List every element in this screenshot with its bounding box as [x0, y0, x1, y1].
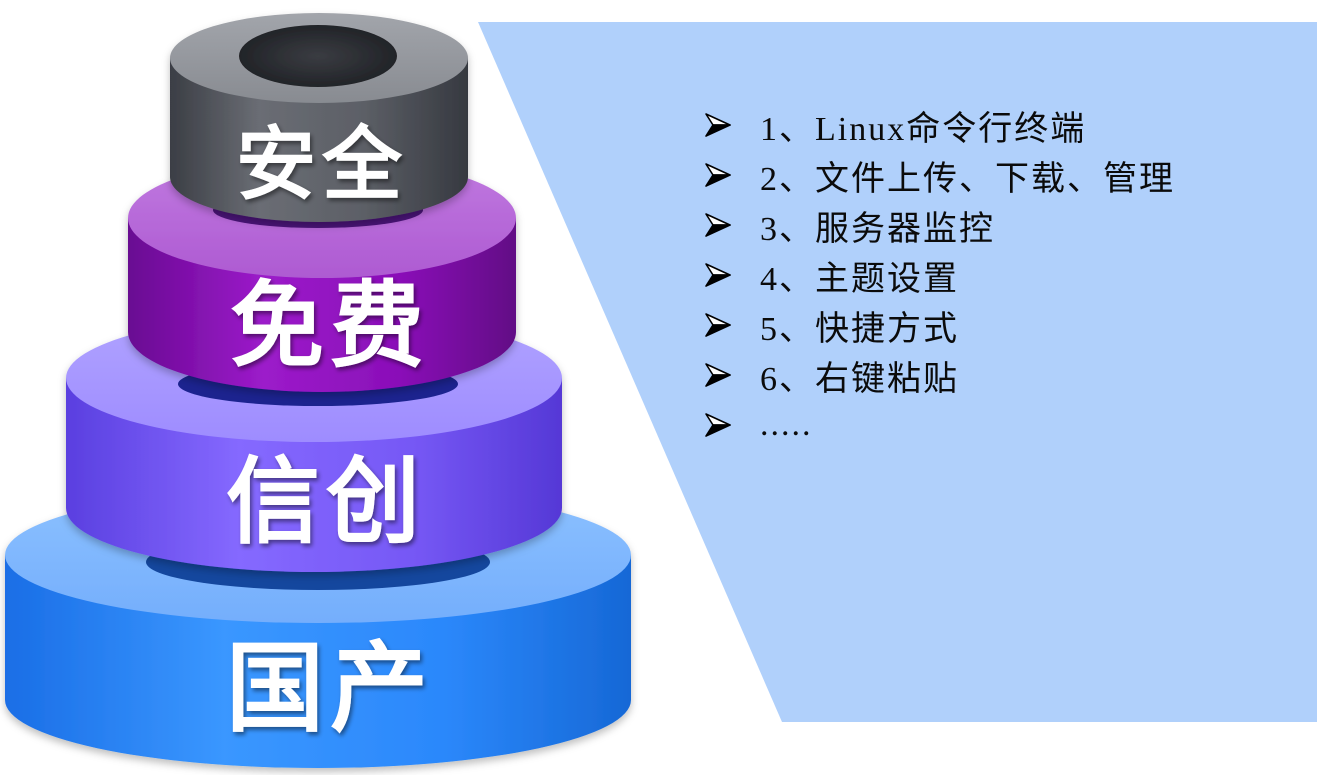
- layer-label-domestic: 国产: [226, 632, 434, 746]
- feature-text: 5、快捷方式: [760, 310, 959, 348]
- list-item: 6、右键粘贴: [704, 350, 1284, 400]
- feature-text: 4、主题设置: [760, 260, 959, 298]
- feature-list: 1、Linux命令行终端 2、文件上传、下载、管理 3、服务器监控 4、主题设置…: [704, 100, 1284, 450]
- arrow-bullet-icon: [704, 412, 734, 438]
- list-item: 3、服务器监控: [704, 200, 1284, 250]
- layer-label-security: 安全: [236, 118, 408, 211]
- arrow-bullet-icon: [704, 312, 734, 338]
- layer-label-xinchuang: 信创: [226, 448, 426, 557]
- arrow-bullet-icon: [704, 112, 734, 138]
- feature-text: .....: [760, 406, 813, 443]
- ring-hole: [239, 25, 397, 87]
- list-item: 4、主题设置: [704, 250, 1284, 300]
- list-item: 2、文件上传、下载、管理: [704, 150, 1284, 200]
- arrow-bullet-icon: [704, 362, 734, 388]
- list-item: 5、快捷方式: [704, 300, 1284, 350]
- feature-text: 1、Linux命令行终端: [760, 110, 1087, 148]
- layer-label-free: 免费: [230, 272, 430, 381]
- feature-text: 3、服务器监控: [760, 210, 995, 248]
- list-item: .....: [704, 400, 1284, 450]
- arrow-bullet-icon: [704, 262, 734, 288]
- feature-text: 2、文件上传、下载、管理: [760, 160, 1175, 198]
- list-item: 1、Linux命令行终端: [704, 100, 1284, 150]
- arrow-bullet-icon: [704, 212, 734, 238]
- feature-text: 6、右键粘贴: [760, 360, 959, 398]
- arrow-bullet-icon: [704, 162, 734, 188]
